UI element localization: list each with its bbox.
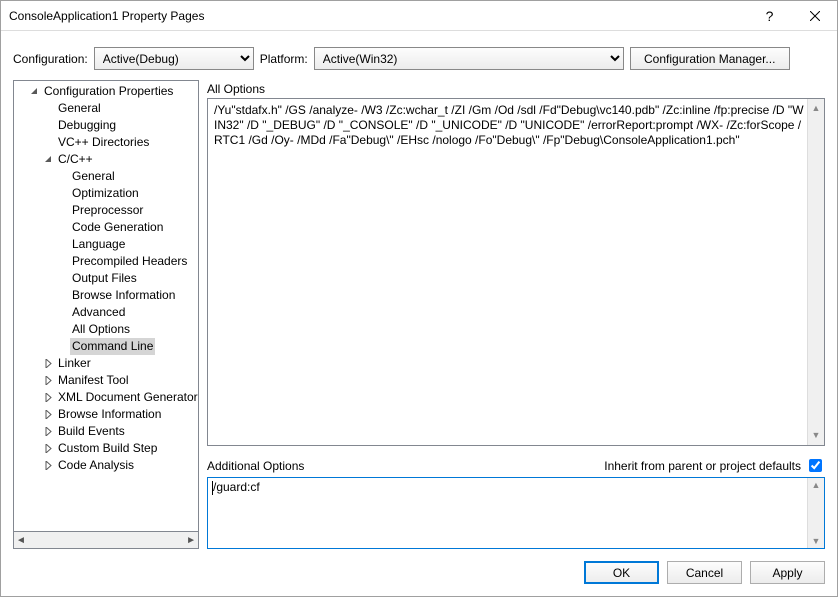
tree-ccpp-optimization[interactable]: Optimization <box>14 185 198 202</box>
tree-ccpp-preprocessor[interactable]: Preprocessor <box>14 202 198 219</box>
all-options-textbox[interactable]: /Yu"stdafx.h" /GS /analyze- /W3 /Zc:wcha… <box>207 98 825 446</box>
collapse-icon[interactable] <box>42 154 54 166</box>
scroll-down-icon: ▼ <box>812 428 821 443</box>
tree-ccpp-cmdline[interactable]: Command Line <box>14 338 198 355</box>
expand-icon[interactable] <box>42 358 54 370</box>
vertical-scrollbar[interactable]: ▲▼ <box>807 99 824 445</box>
titlebar: ConsoleApplication1 Property Pages ? <box>1 1 837 31</box>
all-options-label: All Options <box>207 82 825 96</box>
help-button[interactable]: ? <box>747 1 792 30</box>
tree-ccpp-alloptions[interactable]: All Options <box>14 321 198 338</box>
tree-ccpp-codegen[interactable]: Code Generation <box>14 219 198 236</box>
tree-ccpp-advanced[interactable]: Advanced <box>14 304 198 321</box>
vertical-scrollbar[interactable]: ▲▼ <box>807 478 824 548</box>
tree-configuration-properties[interactable]: Configuration Properties <box>14 83 198 100</box>
inherit-checkbox[interactable] <box>809 459 822 472</box>
property-pages-dialog: ConsoleApplication1 Property Pages ? Con… <box>0 0 838 597</box>
dialog-footer: OK Cancel Apply <box>1 549 837 596</box>
additional-options-label: Additional Options <box>207 459 304 473</box>
configuration-manager-button[interactable]: Configuration Manager... <box>630 47 790 70</box>
additional-options-text: /guard:cf <box>213 480 260 494</box>
all-options-text: /Yu"stdafx.h" /GS /analyze- /W3 /Zc:wcha… <box>214 103 804 147</box>
expand-icon[interactable] <box>42 392 54 404</box>
tree-custombuild[interactable]: Custom Build Step <box>14 440 198 457</box>
inherit-checkbox-label[interactable]: Inherit from parent or project defaults <box>604 456 825 475</box>
tree-linker[interactable]: Linker <box>14 355 198 372</box>
window-title: ConsoleApplication1 Property Pages <box>9 9 747 23</box>
tree-browseinfo[interactable]: Browse Information <box>14 406 198 423</box>
tree-buildevents[interactable]: Build Events <box>14 423 198 440</box>
close-button[interactable] <box>792 1 837 30</box>
tree-general[interactable]: General <box>14 100 198 117</box>
configuration-bar: Configuration: Active(Debug) Platform: A… <box>1 31 837 80</box>
configuration-combo[interactable]: Active(Debug) <box>94 47 254 70</box>
cancel-button[interactable]: Cancel <box>667 561 742 584</box>
collapse-icon[interactable] <box>28 86 40 98</box>
property-tree[interactable]: Configuration Properties General Debuggi… <box>13 80 199 532</box>
scroll-left-icon[interactable]: ◄ <box>16 535 26 546</box>
tree-xmldoc[interactable]: XML Document Generator <box>14 389 198 406</box>
expand-icon[interactable] <box>42 375 54 387</box>
scroll-down-icon: ▼ <box>812 536 821 546</box>
tree-c-cpp[interactable]: C/C++ <box>14 151 198 168</box>
close-icon <box>810 11 820 21</box>
tree-ccpp-language[interactable]: Language <box>14 236 198 253</box>
expand-icon[interactable] <box>42 460 54 472</box>
expand-icon[interactable] <box>42 409 54 421</box>
platform-combo[interactable]: Active(Win32) <box>314 47 624 70</box>
tree-ccpp-pch[interactable]: Precompiled Headers <box>14 253 198 270</box>
ok-button[interactable]: OK <box>584 561 659 584</box>
tree-manifest[interactable]: Manifest Tool <box>14 372 198 389</box>
tree-vc-directories[interactable]: VC++ Directories <box>14 134 198 151</box>
apply-button[interactable]: Apply <box>750 561 825 584</box>
expand-icon[interactable] <box>42 443 54 455</box>
scroll-up-icon: ▲ <box>812 480 821 490</box>
tree-codeanalysis[interactable]: Code Analysis <box>14 457 198 474</box>
tree-ccpp-general[interactable]: General <box>14 168 198 185</box>
tree-ccpp-browse[interactable]: Browse Information <box>14 287 198 304</box>
tree-ccpp-output[interactable]: Output Files <box>14 270 198 287</box>
additional-options-textbox[interactable]: /guard:cf ▲▼ <box>207 477 825 549</box>
tree-debugging[interactable]: Debugging <box>14 117 198 134</box>
platform-label: Platform: <box>260 52 308 66</box>
scroll-up-icon: ▲ <box>812 101 821 116</box>
scroll-right-icon[interactable]: ► <box>186 535 196 546</box>
tree-horizontal-scrollbar[interactable]: ◄ ► <box>13 532 199 549</box>
expand-icon[interactable] <box>42 426 54 438</box>
configuration-label: Configuration: <box>13 52 88 66</box>
